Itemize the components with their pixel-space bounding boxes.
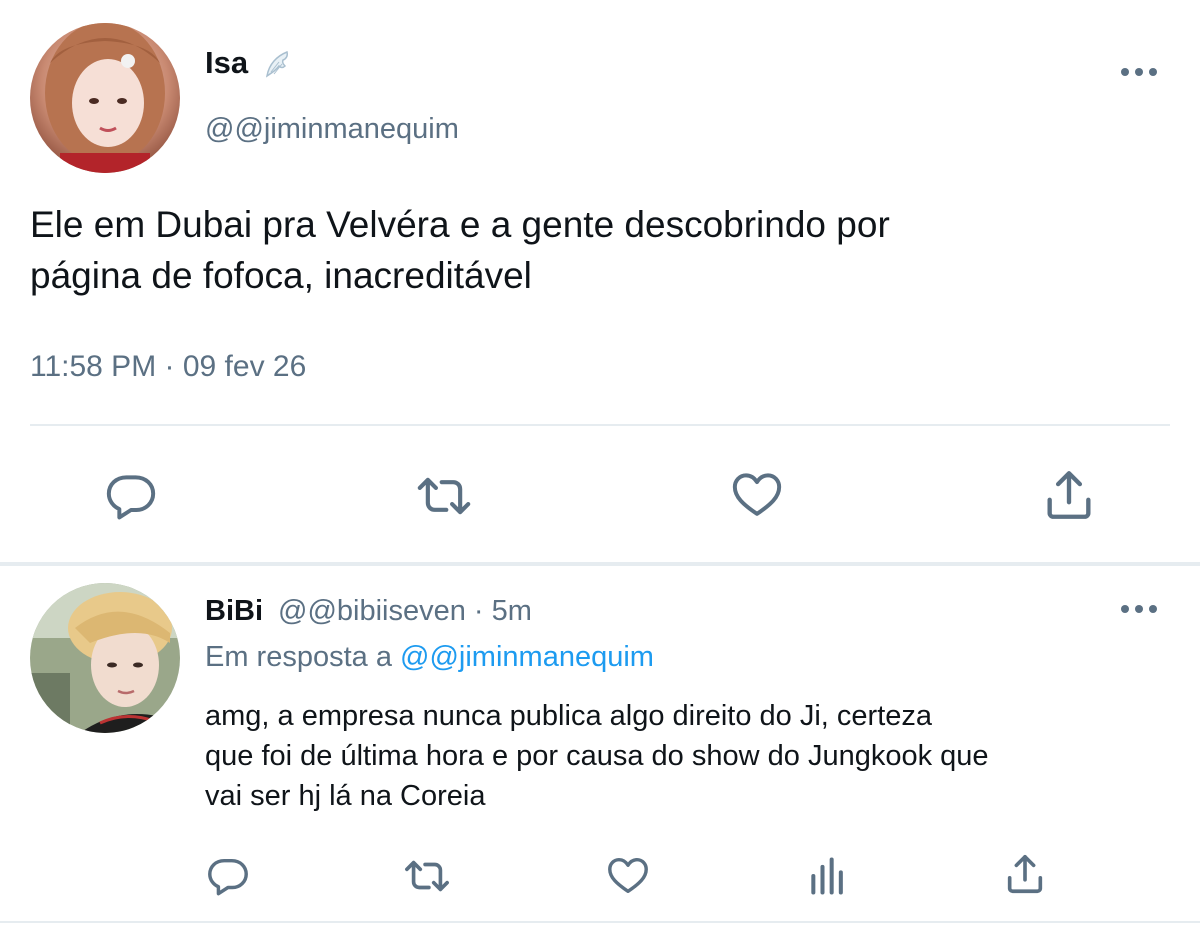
share-icon[interactable] — [1002, 851, 1048, 897]
avatar[interactable] — [30, 583, 180, 733]
display-name[interactable]: Isa — [205, 45, 248, 81]
replying-to: Em resposta a @@jiminmanequim — [205, 640, 654, 674]
divider — [30, 424, 1170, 426]
divider — [0, 921, 1200, 923]
handle-and-time[interactable]: @@bibiiseven · 5m — [278, 594, 532, 628]
avatar[interactable] — [30, 23, 180, 173]
more-options-icon[interactable] — [1119, 64, 1159, 80]
angel-wing-icon — [263, 50, 291, 80]
tweet-text-line-1: Ele em Dubai pra Velvéra e a gente desco… — [30, 204, 890, 245]
reply-icon[interactable] — [103, 468, 159, 524]
more-options-icon[interactable] — [1119, 601, 1159, 617]
timestamp[interactable]: 11:58 PM · 09 fev 26 — [30, 349, 306, 385]
like-icon[interactable] — [728, 466, 786, 522]
replying-to-label: Em resposta a — [205, 641, 392, 673]
tweet-text-line-1: amg, a empresa nunca publica algo direit… — [205, 700, 933, 732]
share-icon[interactable] — [1040, 466, 1098, 524]
tweet-text-line-3: vai ser hj lá na Coreia — [205, 780, 486, 812]
retweet-icon[interactable] — [414, 468, 474, 524]
tweet-text-line-2: que foi de última hora e por causa do sh… — [205, 740, 989, 772]
tweet-text-line-2: página de fofoca, inacreditável — [30, 255, 532, 296]
handle[interactable]: @@jiminmanequim — [205, 112, 459, 146]
section-separator — [0, 562, 1200, 566]
replying-to-handle-link[interactable]: @@jiminmanequim — [400, 641, 654, 673]
display-name[interactable]: BiBi — [205, 594, 263, 628]
like-icon[interactable] — [604, 852, 652, 898]
analytics-icon[interactable] — [806, 854, 850, 898]
retweet-icon[interactable] — [402, 853, 452, 899]
reply-icon[interactable] — [205, 853, 251, 899]
